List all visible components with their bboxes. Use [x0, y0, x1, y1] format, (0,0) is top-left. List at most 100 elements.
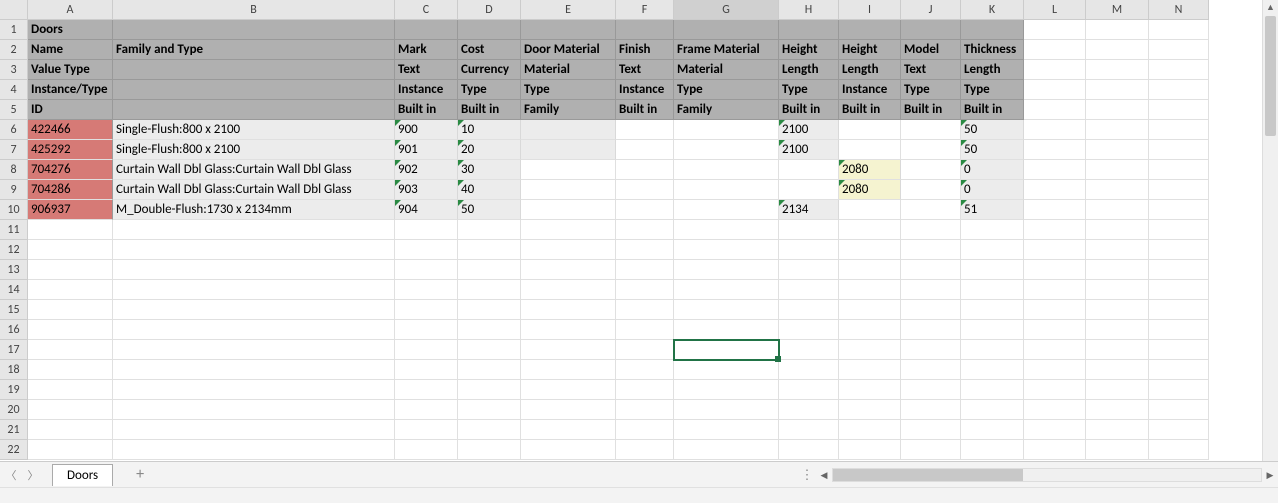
column-header-M[interactable]: M: [1086, 0, 1149, 20]
cell-K2[interactable]: Thickness: [961, 40, 1024, 60]
cell-A15[interactable]: [28, 300, 113, 320]
cell-C16[interactable]: [395, 320, 458, 340]
column-header-J[interactable]: J: [901, 0, 961, 20]
cell-C15[interactable]: [395, 300, 458, 320]
cell-J21[interactable]: [901, 420, 961, 440]
cell-J12[interactable]: [901, 240, 961, 260]
cell-L11[interactable]: [1024, 220, 1086, 240]
column-header-K[interactable]: K: [961, 0, 1024, 20]
cell-F15[interactable]: [616, 300, 674, 320]
cell-J17[interactable]: [901, 340, 961, 360]
cell-I16[interactable]: [839, 320, 901, 340]
cell-E15[interactable]: [521, 300, 616, 320]
row-header-6[interactable]: 6: [0, 120, 28, 140]
column-header-G[interactable]: G: [674, 0, 779, 20]
cell-K9[interactable]: 0: [961, 180, 1024, 200]
cell-L2[interactable]: [1024, 40, 1086, 60]
cell-J5[interactable]: Built in: [901, 100, 961, 120]
cell-F2[interactable]: Finish: [616, 40, 674, 60]
cell-M15[interactable]: [1086, 300, 1149, 320]
row-header-8[interactable]: 8: [0, 160, 28, 180]
cell-I5[interactable]: Built in: [839, 100, 901, 120]
vscroll-thumb[interactable]: [1265, 16, 1276, 136]
cell-G16[interactable]: [674, 320, 779, 340]
cell-C11[interactable]: [395, 220, 458, 240]
cell-A21[interactable]: [28, 420, 113, 440]
cell-H3[interactable]: Length: [779, 60, 839, 80]
cell-D9[interactable]: 40: [458, 180, 521, 200]
cell-D1[interactable]: [458, 20, 521, 40]
cell-N21[interactable]: [1149, 420, 1209, 440]
cell-K20[interactable]: [961, 400, 1024, 420]
cell-F8[interactable]: [616, 160, 674, 180]
row-header-2[interactable]: 2: [0, 40, 28, 60]
cell-E8[interactable]: [521, 160, 616, 180]
cell-N6[interactable]: [1149, 120, 1209, 140]
cell-I2[interactable]: Height: [839, 40, 901, 60]
cell-G18[interactable]: [674, 360, 779, 380]
cell-F22[interactable]: [616, 440, 674, 460]
vertical-scrollbar[interactable]: ▲ ▼: [1262, 0, 1278, 461]
cell-N20[interactable]: [1149, 400, 1209, 420]
cell-J19[interactable]: [901, 380, 961, 400]
cell-H22[interactable]: [779, 440, 839, 460]
cell-M6[interactable]: [1086, 120, 1149, 140]
cell-A12[interactable]: [28, 240, 113, 260]
cell-N10[interactable]: [1149, 200, 1209, 220]
cell-M16[interactable]: [1086, 320, 1149, 340]
cell-J11[interactable]: [901, 220, 961, 240]
cell-F9[interactable]: [616, 180, 674, 200]
cell-D11[interactable]: [458, 220, 521, 240]
hscroll-thumb[interactable]: [833, 469, 1023, 481]
row-header-7[interactable]: 7: [0, 140, 28, 160]
cell-J9[interactable]: [901, 180, 961, 200]
cell-E16[interactable]: [521, 320, 616, 340]
cell-H14[interactable]: [779, 280, 839, 300]
cell-M14[interactable]: [1086, 280, 1149, 300]
cell-M19[interactable]: [1086, 380, 1149, 400]
cell-I1[interactable]: [839, 20, 901, 40]
cell-N7[interactable]: [1149, 140, 1209, 160]
cell-D6[interactable]: 10: [458, 120, 521, 140]
cell-J14[interactable]: [901, 280, 961, 300]
cell-N14[interactable]: [1149, 280, 1209, 300]
cell-G10[interactable]: [674, 200, 779, 220]
cell-F5[interactable]: Built in: [616, 100, 674, 120]
cell-L16[interactable]: [1024, 320, 1086, 340]
cell-K10[interactable]: 51: [961, 200, 1024, 220]
cell-G4[interactable]: Type: [674, 80, 779, 100]
cell-B9[interactable]: Curtain Wall Dbl Glass:Curtain Wall Dbl …: [113, 180, 395, 200]
cell-H12[interactable]: [779, 240, 839, 260]
cell-H9[interactable]: [779, 180, 839, 200]
cell-J20[interactable]: [901, 400, 961, 420]
cell-K12[interactable]: [961, 240, 1024, 260]
cell-H13[interactable]: [779, 260, 839, 280]
cell-E9[interactable]: [521, 180, 616, 200]
column-header-A[interactable]: A: [28, 0, 113, 20]
add-sheet-button[interactable]: +: [127, 465, 153, 484]
cell-B16[interactable]: [113, 320, 395, 340]
row-header-22[interactable]: 22: [0, 440, 28, 460]
scroll-up-button[interactable]: ▲: [1263, 0, 1278, 16]
row-header-11[interactable]: 11: [0, 220, 28, 240]
row-header-18[interactable]: 18: [0, 360, 28, 380]
cell-D3[interactable]: Currency: [458, 60, 521, 80]
cell-F1[interactable]: [616, 20, 674, 40]
selected-cell[interactable]: [674, 340, 779, 360]
cell-G12[interactable]: [674, 240, 779, 260]
cell-B1[interactable]: [113, 20, 395, 40]
cell-H4[interactable]: Type: [779, 80, 839, 100]
row-header-3[interactable]: 3: [0, 60, 28, 80]
cell-M2[interactable]: [1086, 40, 1149, 60]
cell-H15[interactable]: [779, 300, 839, 320]
cell-N5[interactable]: [1149, 100, 1209, 120]
cell-K3[interactable]: Length: [961, 60, 1024, 80]
cell-A17[interactable]: [28, 340, 113, 360]
cell-E22[interactable]: [521, 440, 616, 460]
column-header-L[interactable]: L: [1024, 0, 1086, 20]
tab-split-handle[interactable]: ⋮: [798, 468, 816, 483]
cell-M13[interactable]: [1086, 260, 1149, 280]
cell-K22[interactable]: [961, 440, 1024, 460]
row-header-10[interactable]: 10: [0, 200, 28, 220]
cell-L20[interactable]: [1024, 400, 1086, 420]
